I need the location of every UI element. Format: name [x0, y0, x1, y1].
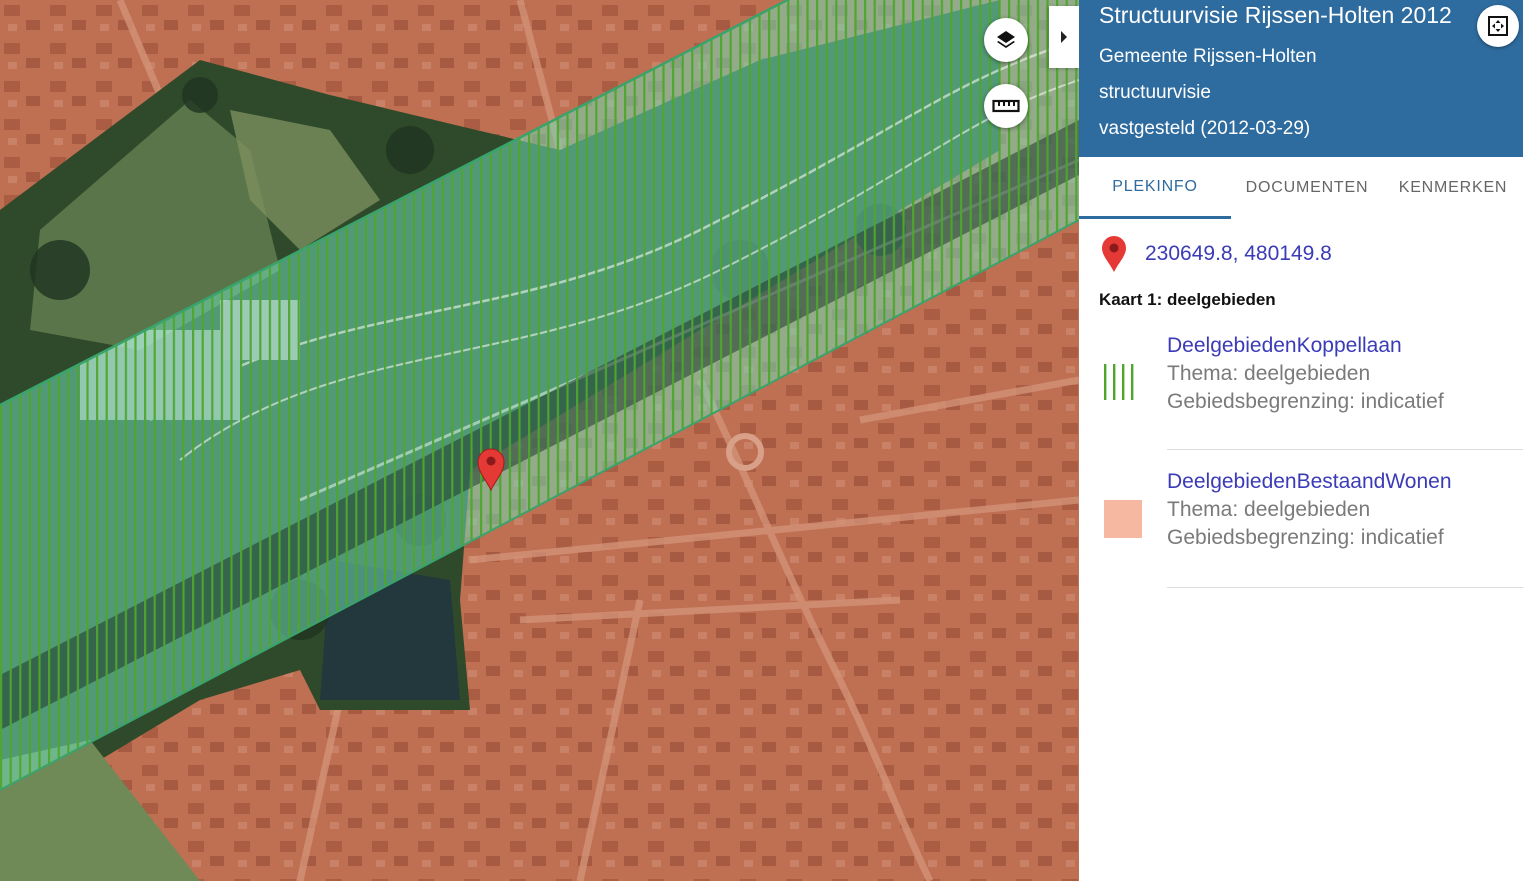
divider	[1167, 587, 1523, 588]
tab-documenten[interactable]: DOCUMENTEN	[1231, 157, 1383, 219]
divider	[1167, 449, 1523, 450]
plan-authority: Gemeente Rijssen-Holten	[1099, 46, 1317, 67]
legend-name-link[interactable]: DeelgebiedenBestaandWonen	[1167, 470, 1452, 494]
panel-tabs: PLEKINFO DOCUMENTEN KENMERKEN	[1079, 157, 1523, 219]
legend-thema: Thema: deelgebieden	[1167, 362, 1371, 385]
tab-kenmerken[interactable]: KENMERKEN	[1383, 157, 1523, 219]
collapse-panel-button[interactable]	[1049, 6, 1079, 68]
location-row: 230649.8, 480149.8	[1101, 234, 1332, 274]
fullscreen-button[interactable]	[1477, 5, 1519, 47]
map-canvas[interactable]	[0, 0, 1079, 881]
plan-type: structuurvisie	[1099, 82, 1211, 103]
layers-button[interactable]	[984, 18, 1028, 62]
fullscreen-icon	[1488, 16, 1508, 36]
ruler-icon	[992, 99, 1020, 113]
info-panel: Structuurvisie Rijssen-Holten 2012 Gemee…	[1079, 0, 1523, 881]
map-section-title: Kaart 1: deelgebieden	[1099, 290, 1276, 309]
legend-name-link[interactable]: DeelgebiedenKoppellaan	[1167, 334, 1402, 358]
plan-status: vastgesteld (2012-03-29)	[1099, 118, 1311, 139]
coordinates-link[interactable]: 230649.8, 480149.8	[1145, 242, 1332, 266]
legend-thema: Thema: deelgebieden	[1167, 498, 1371, 521]
layers-icon	[997, 31, 1015, 48]
aerial-map	[0, 0, 1079, 881]
fill-swatch-icon	[1104, 500, 1142, 538]
legend-begrenzing: Gebiedsbegrenzing: indicatief	[1167, 390, 1444, 413]
panel-header: Structuurvisie Rijssen-Holten 2012 Gemee…	[1079, 0, 1523, 157]
legend-item-koppellaan: DeelgebiedenKoppellaan Thema: deelgebied…	[1079, 332, 1523, 452]
measure-button[interactable]	[984, 84, 1028, 128]
chevron-right-icon	[1061, 31, 1067, 43]
hatch-swatch-icon	[1104, 364, 1134, 400]
plan-title: Structuurvisie Rijssen-Holten 2012	[1099, 2, 1452, 28]
legend-item-bestaand-wonen: DeelgebiedenBestaandWonen Thema: deelgeb…	[1079, 468, 1523, 590]
map-pin-icon	[1102, 236, 1126, 272]
tab-plekinfo[interactable]: PLEKINFO	[1079, 157, 1231, 219]
legend-begrenzing: Gebiedsbegrenzing: indicatief	[1167, 526, 1444, 549]
